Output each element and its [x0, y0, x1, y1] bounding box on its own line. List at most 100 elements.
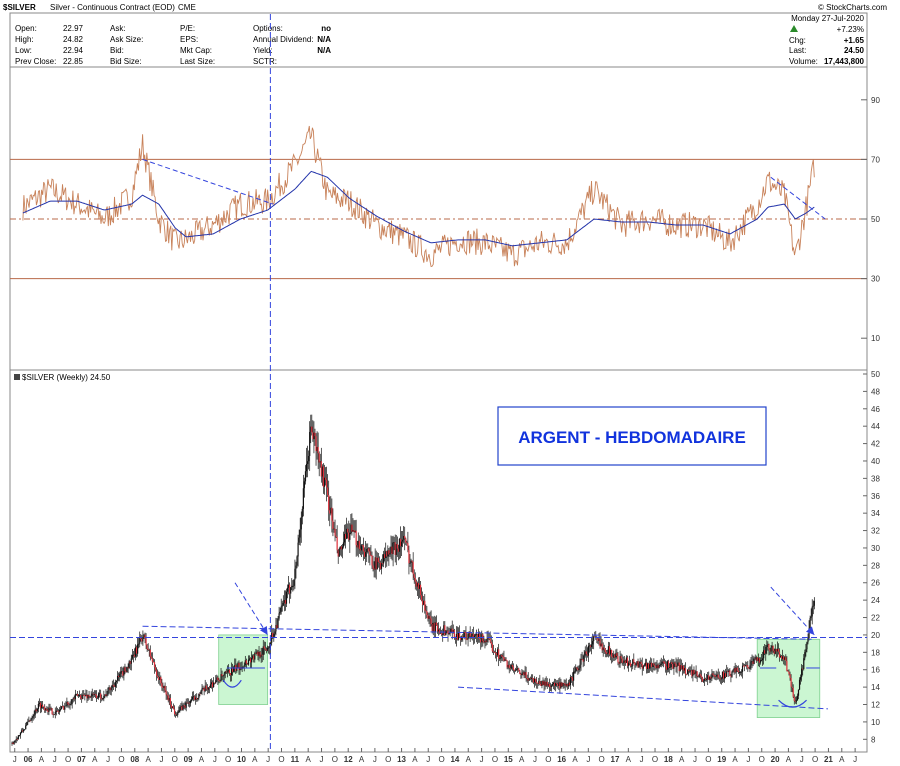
candle-body: [311, 426, 313, 433]
candle-body: [31, 717, 33, 719]
candle-body: [305, 463, 308, 472]
candle-body: [790, 678, 792, 687]
candle-body: [490, 641, 492, 645]
candle-body: [21, 730, 24, 732]
candle-body: [607, 646, 610, 654]
x-tick-label: 09: [184, 755, 193, 764]
candle-body: [281, 605, 283, 607]
candle-body: [684, 668, 687, 675]
candle-body: [75, 693, 77, 695]
x-tick-label: 18: [664, 755, 673, 764]
candle-body: [563, 683, 565, 684]
candle-body: [427, 614, 429, 619]
candle-body: [635, 664, 637, 666]
candle-body: [794, 700, 796, 702]
candle-body: [126, 667, 128, 673]
candle-body: [789, 674, 791, 679]
candle-body: [251, 657, 253, 663]
candle-body: [475, 634, 478, 636]
candle-body: [83, 694, 85, 696]
x-tick-label: O: [438, 755, 444, 764]
x-tick-label: 19: [717, 755, 726, 764]
candle-body: [491, 644, 493, 652]
candle-body: [756, 657, 758, 661]
candle-body: [507, 664, 509, 668]
candle-body: [805, 649, 807, 653]
candle-body: [727, 671, 729, 673]
candle-body: [659, 665, 661, 666]
candle-body: [35, 709, 37, 712]
candle-body: [806, 642, 808, 650]
candle-body: [184, 705, 186, 708]
candle-body: [376, 557, 378, 570]
candle-body: [738, 672, 740, 673]
hdr-value: 22.85: [63, 57, 84, 66]
candle-body: [547, 683, 549, 686]
candle-body: [676, 665, 678, 667]
x-tick-label: J: [13, 755, 17, 764]
candle-body: [171, 706, 174, 708]
hdr-label: Volume:: [789, 57, 818, 66]
candle-body: [552, 682, 555, 685]
x-tick-label: A: [412, 755, 418, 764]
candle-body: [238, 662, 240, 671]
candle-body: [265, 649, 268, 651]
candle-body: [230, 668, 233, 676]
candle-body: [757, 658, 759, 661]
candle-body: [395, 544, 397, 555]
x-tick-label: A: [519, 755, 525, 764]
candle-body: [295, 565, 297, 569]
candle-body: [399, 538, 402, 547]
candle-body: [195, 697, 197, 700]
hdr-label: Chg:: [789, 36, 806, 45]
candle-body: [52, 714, 54, 715]
candle-body: [485, 640, 487, 643]
candle-body: [751, 661, 753, 663]
candle-body: [316, 446, 318, 452]
candle-body: [711, 673, 713, 679]
candle-body: [158, 676, 160, 680]
candle-body: [58, 709, 61, 712]
candle-body: [488, 638, 490, 640]
candle-body: [810, 616, 812, 619]
candle-body: [536, 681, 538, 684]
candle-body: [27, 721, 29, 723]
candle-body: [557, 683, 559, 686]
candle-body: [497, 649, 499, 656]
candle-body: [546, 681, 548, 686]
candle-body: [567, 682, 569, 687]
candle-body: [796, 695, 799, 701]
candle-body: [264, 648, 266, 650]
candle-body: [332, 520, 334, 529]
hdr-value: no: [321, 24, 331, 33]
candle-body: [652, 663, 654, 668]
candle-body: [517, 668, 519, 670]
candle-body: [383, 554, 385, 564]
candle-body: [203, 687, 205, 692]
candle-body: [550, 685, 553, 687]
candle-body: [115, 680, 118, 682]
candle-body: [116, 675, 119, 681]
candle-body: [512, 666, 515, 670]
candle-body: [300, 517, 302, 530]
candle-body: [656, 664, 658, 669]
candle-body: [278, 613, 280, 619]
candle-body: [525, 672, 527, 678]
candle-body: [69, 704, 71, 706]
x-tick-label: J: [693, 755, 697, 764]
candle-body: [216, 677, 218, 681]
candle-body: [509, 667, 511, 669]
x-tick-label: O: [225, 755, 231, 764]
candle-body: [481, 634, 483, 643]
y-tick-label: 24: [871, 596, 880, 605]
candle-body: [630, 662, 632, 667]
candle-body: [527, 678, 529, 681]
candle-body: [476, 634, 479, 638]
candle-body: [457, 632, 460, 640]
candle-body: [299, 529, 301, 538]
candle-body: [604, 649, 606, 653]
candle-body: [430, 618, 432, 625]
candle-body: [423, 600, 425, 605]
candle-body: [406, 542, 408, 544]
candle-body: [157, 675, 159, 677]
